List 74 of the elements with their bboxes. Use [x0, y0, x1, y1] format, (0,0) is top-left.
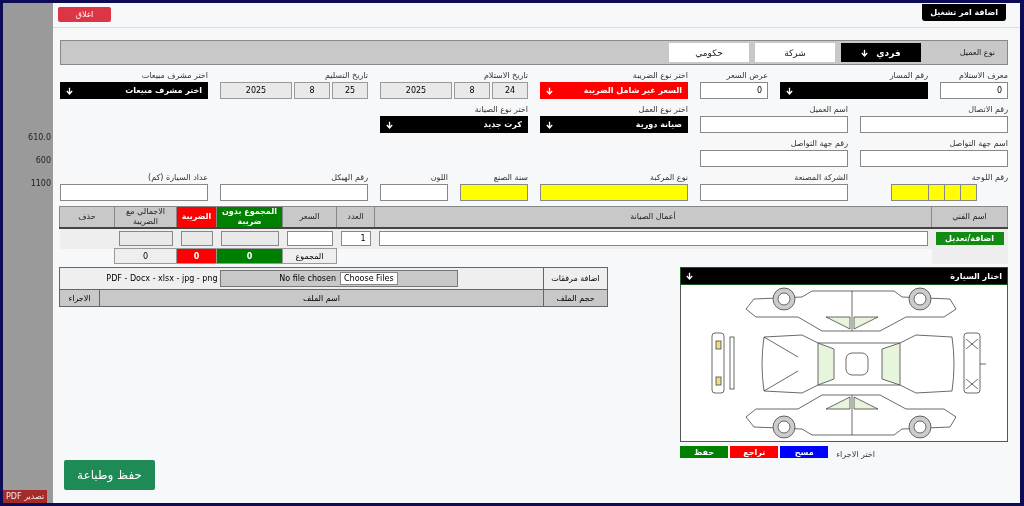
total-value: 0 — [114, 248, 177, 264]
file-status-text: No file chosen — [279, 274, 336, 283]
field-label: معرف الاستلام — [957, 70, 1008, 81]
action-button[interactable]: تراجع — [730, 446, 779, 458]
plate-number-field[interactable] — [891, 184, 977, 201]
field-label: رقم الهيكل — [330, 172, 368, 183]
down-arrow-icon — [546, 120, 553, 129]
field-label: رقم المسار — [888, 70, 928, 81]
total-value: 0 — [176, 248, 217, 264]
field-label: اللون — [429, 172, 448, 183]
close-button[interactable]: اغلاق — [58, 7, 111, 22]
customer-type-tab[interactable]: فردي — [841, 43, 921, 62]
field-label: رقم جهة التواصل — [789, 138, 848, 149]
table-cell-text: 610.0 — [28, 133, 52, 142]
column-header: السعر — [282, 206, 337, 228]
field-label: سنة الصنع — [492, 172, 528, 183]
down-arrow-icon — [386, 120, 393, 129]
column-header: حذف — [59, 206, 115, 228]
input-field[interactable]: 0 — [700, 82, 768, 99]
attachments-label: اضافة مرفقات — [543, 267, 608, 290]
add-edit-button[interactable]: اضافة/تعديل — [935, 232, 1004, 246]
column-header: اسم الفني — [931, 206, 1008, 228]
choose-files-button[interactable]: Choose Files — [340, 272, 398, 285]
column-header: المجموع بدون ضريبة — [216, 206, 283, 228]
down-arrow-icon — [66, 86, 73, 95]
customer-type-tab[interactable]: حكومي — [669, 43, 749, 62]
dropdown-select[interactable]: اختر مشرف مبيعات — [60, 82, 208, 99]
allowed-file-types: PDF - Docx - xlsx - jpg - png — [106, 274, 218, 283]
totals-label: المجموع — [282, 248, 337, 264]
year-field[interactable]: 2025 — [220, 82, 292, 99]
field-label: اختر نوع العمل — [637, 104, 688, 115]
field-label: نوع المركبة — [649, 172, 688, 183]
field-label: اسم العميل — [808, 104, 848, 115]
field-label: عداد السيارة (كم) — [147, 172, 208, 183]
field-label: اختر نوع الضريبة — [631, 70, 688, 81]
month-field[interactable]: 8 — [294, 82, 330, 99]
total-value: 0 — [216, 248, 283, 264]
dropdown-select[interactable]: كرت جديد — [380, 116, 528, 133]
down-arrow-icon — [861, 48, 869, 57]
save-and-print-button[interactable]: حفظ وطباعة — [64, 460, 155, 490]
field-label: تاريخ الاستلام — [482, 70, 528, 81]
field-label: تاريخ التسليم — [323, 70, 368, 81]
column-header: الضريبة — [176, 206, 217, 228]
month-field[interactable]: 8 — [454, 82, 490, 99]
dropdown-select[interactable]: السعر غير شامل الضريبة — [540, 82, 688, 99]
down-arrow-icon — [686, 272, 693, 280]
field-label: اختر مشرف مبيعات — [140, 70, 208, 81]
column-header: أعمال الصيانة — [374, 206, 932, 228]
field-label: الشركة المصنعة — [793, 172, 848, 183]
action-label: اختر الاجراء — [836, 450, 875, 459]
column-header: العدد — [336, 206, 375, 228]
customer-type-label: نوع العميل — [958, 48, 995, 57]
table-cell-text: 600 — [35, 156, 52, 165]
field-label: عرض السعر — [725, 70, 768, 81]
down-arrow-icon — [786, 86, 793, 95]
field-label: اسم جهة التواصل — [948, 138, 1008, 149]
input-field[interactable]: 0 — [940, 82, 1008, 99]
table-cell-text: 1100 — [30, 179, 52, 188]
action-button[interactable]: حفظ — [680, 446, 729, 458]
dropdown-select[interactable]: صيانة دورية — [540, 116, 688, 133]
day-field[interactable]: 24 — [492, 82, 528, 99]
column-header: الاجمالي مع الضريبة — [114, 206, 177, 228]
quantity-field[interactable]: 1 — [340, 231, 371, 247]
field-label: رقم الاتصال — [967, 104, 1008, 115]
day-field[interactable]: 25 — [332, 82, 368, 99]
year-field[interactable]: 2025 — [380, 82, 452, 99]
field-label: اختر نوع الصيانة — [473, 104, 528, 115]
action-button[interactable]: مسح — [780, 446, 829, 458]
export-pdf-button[interactable]: تصدير PDF — [3, 490, 48, 503]
modal-title: اضافة امر تشغيل — [922, 4, 1006, 21]
field-label: رقم اللوحة — [970, 172, 1008, 183]
customer-type-tab[interactable]: شركة — [755, 43, 835, 62]
car-select-header[interactable]: اختار السيارة — [680, 267, 1008, 285]
down-arrow-icon — [546, 86, 553, 95]
